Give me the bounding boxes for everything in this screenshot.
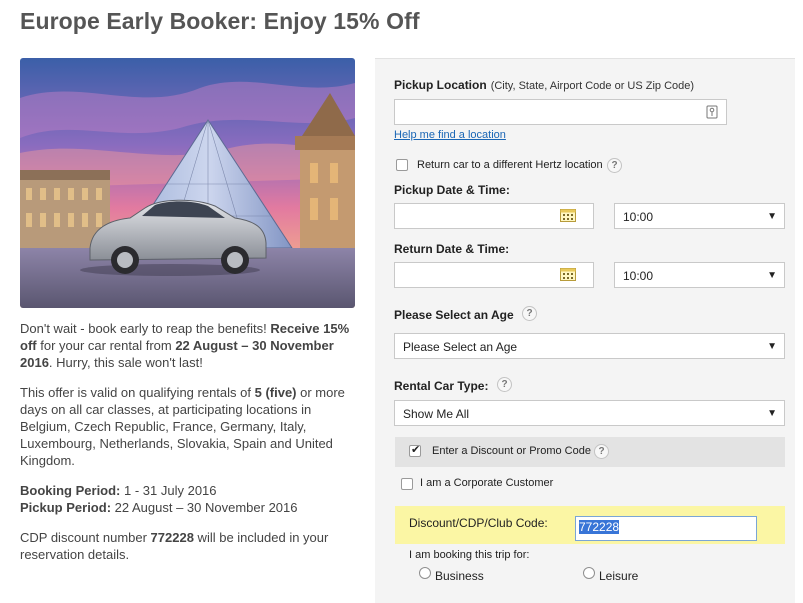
promo-code-label: Enter a Discount or Promo Code <box>432 445 591 457</box>
help-find-location-link[interactable]: Help me find a location <box>394 129 506 141</box>
pickup-date-input[interactable] <box>394 203 594 229</box>
calendar-icon[interactable] <box>560 209 576 222</box>
promo-cdp-note: CDP discount number 772228 will be inclu… <box>20 530 329 562</box>
promo-description: Don't wait - book early to reap the bene… <box>20 320 358 576</box>
car-type-select[interactable]: Show Me All ▼ <box>394 400 785 426</box>
chevron-down-icon: ▼ <box>767 270 777 281</box>
help-icon[interactable]: ? <box>497 377 512 392</box>
return-datetime-label: Return Date & Time: <box>394 242 510 256</box>
trip-leisure-radio[interactable] <box>583 567 595 579</box>
car-type-label: Rental Car Type: <box>394 379 489 393</box>
help-icon[interactable]: ? <box>594 444 609 459</box>
help-icon[interactable]: ? <box>607 158 622 173</box>
promo-paragraph-terms: This offer is valid on qualifying rental… <box>20 385 345 468</box>
trip-business-label: Business <box>435 569 484 583</box>
promo-code-checkbox[interactable] <box>409 443 421 457</box>
return-different-location-checkbox[interactable] <box>396 159 408 171</box>
age-label: Please Select an Age <box>394 308 514 322</box>
hero-image <box>20 58 355 308</box>
chevron-down-icon: ▼ <box>767 408 777 419</box>
promo-periods: Booking Period: 1 - 31 July 2016 Pickup P… <box>20 483 298 515</box>
corporate-customer-label: I am a Corporate Customer <box>420 477 554 489</box>
age-select[interactable]: Please Select an Age ▼ <box>394 333 785 359</box>
trip-business-radio[interactable] <box>419 567 431 579</box>
chevron-down-icon: ▼ <box>767 341 777 352</box>
return-time-select[interactable]: 10:00 ▼ <box>614 262 785 288</box>
pickup-time-select[interactable]: 10:00 ▼ <box>614 203 785 229</box>
calendar-icon[interactable] <box>560 268 576 281</box>
return-date-input[interactable] <box>394 262 594 288</box>
discount-code-label: Discount/CDP/Club Code: <box>409 516 548 530</box>
help-icon[interactable]: ? <box>522 306 537 321</box>
page-title: Europe Early Booker: Enjoy 15% Off <box>20 8 420 34</box>
discount-code-input[interactable]: 772228 <box>575 516 757 541</box>
pickup-location-input[interactable] <box>394 99 727 125</box>
promo-paragraph-offer: Don't wait - book early to reap the bene… <box>20 321 350 370</box>
trip-leisure-label: Leisure <box>599 569 639 583</box>
return-different-location-label: Return car to a different Hertz location <box>417 159 603 171</box>
pickup-datetime-label: Pickup Date & Time: <box>394 183 510 197</box>
corporate-customer-checkbox[interactable] <box>401 478 413 490</box>
chevron-down-icon: ▼ <box>767 211 777 222</box>
pickup-location-label: Pickup Location (City, State, Airport Cod… <box>394 78 695 92</box>
location-pin-icon[interactable] <box>706 105 718 119</box>
trip-purpose-label: I am booking this trip for: <box>409 549 530 561</box>
